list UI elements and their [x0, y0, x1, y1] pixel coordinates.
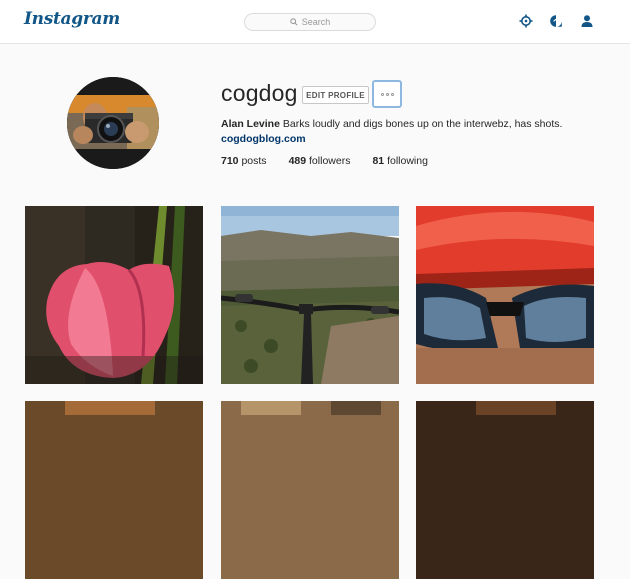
explore-compass-icon[interactable]: [519, 14, 533, 28]
following-stat[interactable]: 81 following: [372, 155, 427, 167]
dot-icon: [390, 92, 394, 96]
profile-username: cogdog: [221, 80, 298, 106]
followers-stat[interactable]: 489 followers: [289, 155, 351, 167]
post-thumbnail-row2-1[interactable]: [25, 401, 203, 579]
post-thumbnail-row2-2[interactable]: [221, 401, 399, 579]
profile-full-name: Alan Levine: [221, 118, 280, 130]
top-navigation-bar: Instagram Search: [0, 0, 630, 44]
post-thumbnail-tulip[interactable]: [25, 206, 203, 384]
following-label: following: [387, 155, 428, 167]
search-placeholder: Search: [301, 17, 331, 27]
dot-icon: [385, 92, 389, 96]
edit-profile-button[interactable]: EDIT PROFILE: [302, 86, 369, 104]
profile-stats: 710 posts 489 followers 81 following: [221, 155, 428, 167]
followers-label: followers: [309, 155, 351, 167]
profile-avatar[interactable]: [67, 77, 159, 169]
instagram-logo[interactable]: Instagram: [24, 9, 120, 29]
dot-icon: [380, 92, 384, 96]
post-thumbnail-row2-3[interactable]: [416, 401, 594, 579]
profile-website-link[interactable]: cogdogblog.com: [221, 133, 306, 145]
activity-icon[interactable]: [549, 14, 563, 28]
profile-bio-text: Barks loudly and digs bones up on the in…: [282, 118, 563, 130]
post-thumbnail-helmet-selfie[interactable]: [416, 206, 594, 384]
options-more-button[interactable]: [372, 80, 402, 108]
profile-icon[interactable]: [580, 14, 594, 28]
search-icon: [290, 18, 298, 26]
search-input[interactable]: Search: [244, 13, 376, 31]
profile-bio: Alan Levine Barks loudly and digs bones …: [221, 118, 562, 130]
posts-count: 710: [221, 155, 239, 167]
posts-label: posts: [241, 155, 267, 167]
followers-count: 489: [288, 155, 307, 167]
post-thumbnail-mountain-bike[interactable]: [221, 206, 399, 384]
posts-stat: 710 posts: [221, 155, 267, 167]
following-count: 81: [372, 155, 385, 167]
